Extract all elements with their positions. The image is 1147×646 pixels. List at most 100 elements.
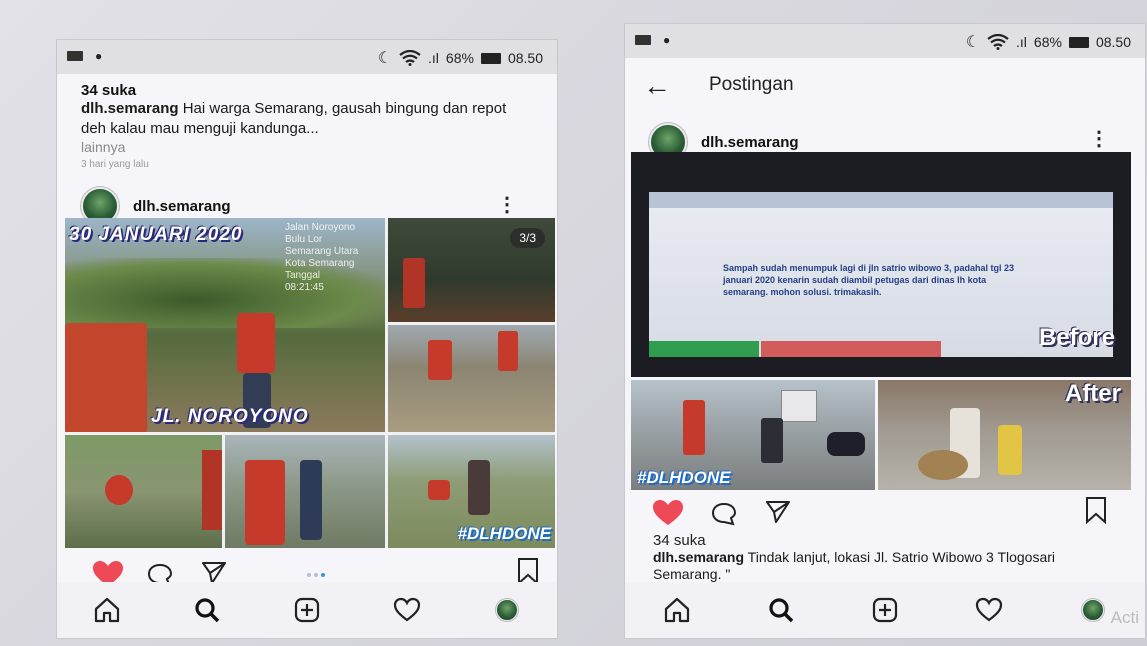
wifi-icon bbox=[987, 34, 1009, 50]
caption-username[interactable]: dlh.semarang bbox=[653, 549, 744, 565]
collage-photo-mid-right bbox=[388, 325, 555, 432]
carousel-dot-active bbox=[321, 573, 325, 577]
carousel-counter: 3/3 bbox=[510, 228, 545, 248]
carousel-dot bbox=[307, 573, 311, 577]
profile-avatar bbox=[496, 599, 518, 621]
after-photo-right: After bbox=[878, 380, 1131, 490]
activation-watermark: Acti bbox=[1110, 608, 1139, 627]
clock: 08.50 bbox=[1095, 34, 1131, 50]
more-options-icon[interactable]: ⋮ bbox=[1089, 126, 1109, 151]
post-caption: dlh.semarang Hai warga Semarang, gausah … bbox=[81, 99, 533, 139]
before-label: Before bbox=[1038, 324, 1115, 351]
worker-figure bbox=[683, 400, 705, 455]
worker-figure bbox=[998, 425, 1022, 475]
worker-figure bbox=[761, 418, 783, 463]
collage-main-photo: 30 JANUARI 2020 Jalan Noroyono Bulu Lor … bbox=[65, 218, 385, 432]
comment-icon[interactable] bbox=[711, 502, 737, 526]
profile-avatar bbox=[1082, 599, 1104, 621]
post-action-bar bbox=[653, 494, 1123, 530]
profile-icon[interactable] bbox=[1079, 596, 1107, 624]
heart-icon[interactable] bbox=[975, 596, 1003, 624]
more-options-icon[interactable]: ⋮ bbox=[497, 192, 517, 217]
likes-count[interactable]: 34 suka bbox=[653, 532, 1123, 549]
worker-figure bbox=[245, 460, 285, 545]
wifi-icon bbox=[399, 50, 421, 66]
motorbike-shape bbox=[827, 432, 865, 456]
worker-figure bbox=[403, 258, 425, 308]
phone-screen-left: ● ☾ .ıl 68% 08.50 34 suka dlh.semarang H… bbox=[57, 40, 557, 638]
post-image-collage[interactable]: 30 JANUARI 2020 Jalan Noroyono Bulu Lor … bbox=[65, 218, 555, 548]
location-title: JL. NOROYONO bbox=[151, 406, 309, 427]
post-timestamp: 3 hari yang lalu bbox=[81, 159, 149, 170]
bottom-navigation bbox=[57, 582, 557, 638]
hashtag-label: #DLHDONE bbox=[457, 524, 551, 543]
bookmark-icon[interactable] bbox=[517, 557, 539, 585]
post-meta: 34 suka dlh.semarang Tindak lanjut, loka… bbox=[653, 532, 1123, 583]
page-title: Postingan bbox=[709, 74, 794, 95]
collage-right-column: 3/3 bbox=[388, 218, 555, 432]
carousel-dots bbox=[307, 573, 325, 577]
battery-percent: 68% bbox=[1033, 34, 1062, 50]
carousel-dot bbox=[314, 573, 318, 577]
signal-icon: .ıl bbox=[1016, 34, 1027, 50]
battery-icon bbox=[1068, 36, 1089, 48]
phone-screen-right: ● ☾ .ıl 68% 08.50 ← Postingan dlh.semara… bbox=[625, 24, 1145, 638]
top-post-meta: 34 suka dlh.semarang Hai warga Semarang,… bbox=[57, 74, 557, 170]
battery-percent: 68% bbox=[445, 50, 474, 66]
collage-photo-bottom-1 bbox=[65, 435, 222, 548]
heart-icon[interactable] bbox=[393, 596, 421, 624]
status-bar: ● ☾ .ıl 68% 08.50 bbox=[57, 40, 557, 74]
post-caption: dlh.semarang Tindak lanjut, lokasi Jl. S… bbox=[653, 549, 1123, 583]
post-image-collage[interactable]: Sampah sudah menumpuk lagi di jln satrio… bbox=[631, 152, 1131, 492]
bookmark-icon[interactable] bbox=[1085, 496, 1107, 524]
image-icon bbox=[67, 51, 83, 61]
search-icon[interactable] bbox=[767, 596, 795, 624]
after-label: After bbox=[1064, 380, 1121, 407]
clock: 08.50 bbox=[507, 50, 543, 66]
hashtag-label: #DLHDONE bbox=[637, 468, 731, 487]
moon-icon: ☾ bbox=[377, 50, 393, 67]
faded-location-text: Jalan Noroyono Bulu Lor Semarang Utara K… bbox=[285, 222, 359, 293]
worker-figure bbox=[428, 340, 452, 380]
after-photo-left: #DLHDONE bbox=[631, 380, 875, 490]
sign-board bbox=[781, 390, 817, 422]
home-icon[interactable] bbox=[663, 596, 691, 624]
home-icon[interactable] bbox=[93, 596, 121, 624]
battery-icon bbox=[480, 52, 501, 64]
app-bar: ← Postingan bbox=[625, 58, 1145, 114]
add-icon[interactable] bbox=[871, 596, 899, 624]
worker-figure bbox=[428, 480, 450, 500]
post-username[interactable]: dlh.semarang bbox=[133, 198, 231, 215]
likes-count[interactable]: 34 suka bbox=[81, 82, 533, 99]
bottom-navigation bbox=[625, 582, 1145, 638]
worker-figure bbox=[105, 475, 133, 505]
like-heart-icon[interactable] bbox=[653, 500, 683, 526]
date-title: 30 JANUARI 2020 bbox=[69, 224, 243, 245]
worker-figure bbox=[202, 450, 222, 530]
location-icon: ● bbox=[95, 49, 103, 63]
worker-figure bbox=[468, 460, 490, 515]
collage-photo-bottom-3: #DLHDONE bbox=[388, 435, 555, 548]
collage-photo-bottom-2 bbox=[225, 435, 385, 548]
worker-figure bbox=[300, 460, 322, 540]
worker-figure bbox=[498, 331, 518, 371]
share-icon[interactable] bbox=[765, 500, 791, 524]
browser-bar bbox=[649, 192, 1113, 208]
image-icon bbox=[635, 35, 651, 45]
profile-icon[interactable] bbox=[493, 596, 521, 624]
caption-username[interactable]: dlh.semarang bbox=[81, 100, 179, 117]
add-icon[interactable] bbox=[293, 596, 321, 624]
red-bar bbox=[761, 341, 941, 357]
red-truck-shape bbox=[65, 323, 147, 432]
post-username[interactable]: dlh.semarang bbox=[701, 134, 799, 151]
search-icon[interactable] bbox=[193, 596, 221, 624]
green-bar bbox=[649, 341, 759, 357]
signal-icon: .ıl bbox=[428, 50, 439, 66]
status-bar: ● ☾ .ıl 68% 08.50 bbox=[625, 24, 1145, 58]
moon-icon: ☾ bbox=[965, 34, 981, 51]
before-screenshot-photo: Sampah sudah menumpuk lagi di jln satrio… bbox=[631, 152, 1131, 377]
location-icon: ● bbox=[663, 33, 671, 47]
back-arrow-icon[interactable]: ← bbox=[643, 70, 671, 102]
more-link[interactable]: lainnya bbox=[81, 139, 533, 155]
collage-bottom-row: #DLHDONE bbox=[65, 435, 555, 548]
